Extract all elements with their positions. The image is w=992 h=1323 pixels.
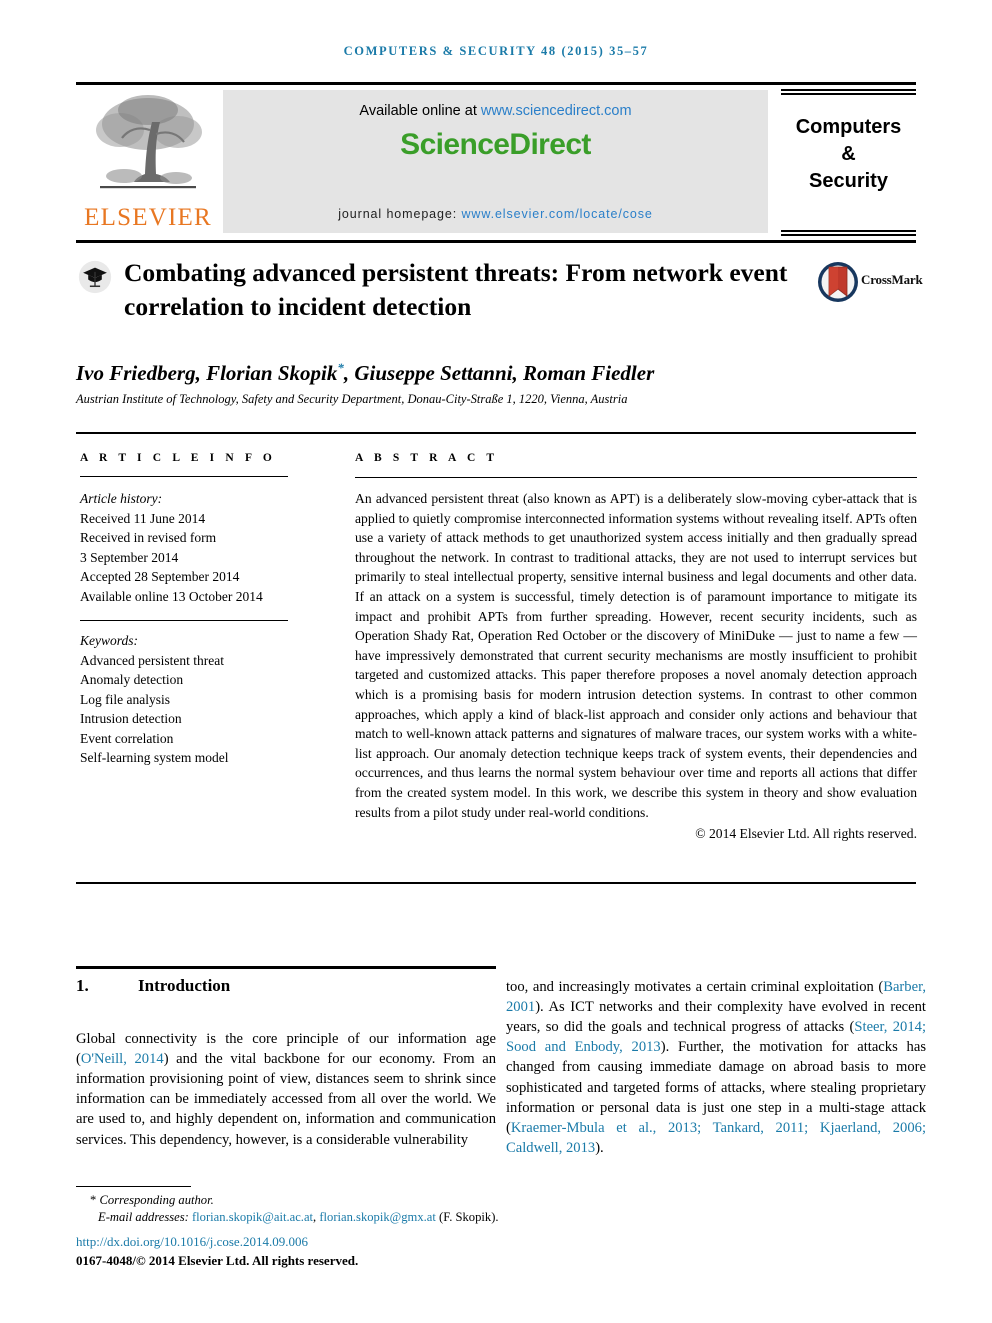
sciencedirect-url-link[interactable]: www.sciencedirect.com [481,103,632,119]
footnote-block: * Corresponding author. E-mail addresses… [76,1192,506,1226]
info-section-bottom-rule [76,882,916,884]
graduation-cap-icon [78,260,112,294]
body-column-left: Global connectivity is the core principl… [76,1014,496,1164]
keyword-item: Anomaly detection [80,672,184,687]
masthead-bottom-rule [76,240,916,243]
keywords-list: Keywords: Advanced persistent threat Ano… [80,631,325,768]
page-title: Combating advanced persistent threats: F… [124,258,788,321]
authors-rest: , Giuseppe Settanni, Roman Fiedler [343,361,655,385]
abstract-heading: A B S T R A C T [355,452,499,464]
masthead: ELSEVIER Available online at www.science… [76,84,916,242]
article-info-column: A R T I C L E I N F O Article history: R… [80,452,325,768]
corresponding-author-label: Corresponding author. [99,1193,214,1207]
journal-homepage-line: journal homepage: www.elsevier.com/locat… [223,207,768,221]
footnote-rule [76,1186,191,1187]
history-item: Received in revised form [80,530,217,545]
body-column-right: too, and increasingly motivates a certai… [506,962,926,1173]
article-history: Article history: Received 11 June 2014 R… [80,489,325,606]
elsevier-wordmark: ELSEVIER [84,204,212,231]
article-info-rule [80,476,288,477]
citation-oneill-2014[interactable]: O'Neill, 2014 [81,1051,164,1067]
keyword-item: Event correlation [80,730,174,746]
section-title: Introduction [138,976,231,995]
section-number: 1. [76,976,89,995]
journal-name-line-3: Security [809,170,888,192]
section-heading-rule [76,966,496,969]
paper-page: COMPUTERS & SECURITY 48 (2015) 35–57 ELS… [0,0,992,1323]
email-link-gmx[interactable]: florian.skopik@gmx.at [319,1210,436,1224]
crossmark-badge[interactable]: CrossMark [816,260,926,306]
journal-homepage-link[interactable]: www.elsevier.com/locate/cose [461,207,652,221]
email-owner: (F. Skopik). [435,1210,499,1224]
email-addresses-label: E-mail addresses: [98,1210,189,1224]
info-section-top-rule [76,432,916,434]
abstract-column: A B S T R A C T An advanced persistent t… [355,452,917,844]
running-head: COMPUTERS & SECURITY 48 (2015) 35–57 [343,44,649,58]
authors-main: Ivo Friedberg, Florian Skopik [76,361,338,385]
available-online-label: Available online at [359,103,481,119]
section-heading-introduction: 1. Introduction [76,976,496,996]
crossmark-label: CrossMark [861,272,923,287]
journal-name: Computers & Security [781,114,916,195]
email-addresses-line: E-mail addresses: florian.skopik@ait.ac.… [76,1209,506,1226]
journal-block-bottom-rule [781,230,916,238]
intro-paragraph-right: too, and increasingly motivates a certai… [506,977,926,1159]
journal-block-top-rule [781,89,916,97]
keyword-item: Log file analysis [80,691,170,707]
doi-link[interactable]: http://dx.doi.org/10.1016/j.cose.2014.09… [76,1234,308,1250]
available-online-line: Available online at www.sciencedirect.co… [223,90,768,119]
crossmark-icon [818,262,858,302]
journal-name-line-2: & [841,143,856,165]
corresponding-author-note: * Corresponding author. [76,1192,506,1209]
sciencedirect-logo: ScienceDirect [400,128,591,161]
journal-name-line-1: Computers [795,116,902,138]
elsevier-logo: ELSEVIER [76,90,220,240]
keywords-label: Keywords: [80,633,138,648]
citation-kraemer-tankard-kjaerland-caldwell[interactable]: Kraemer-Mbula et al., 2013; Tankard, 201… [506,1120,926,1156]
article-history-label: Article history: [80,491,163,506]
keyword-item: Intrusion detection [80,711,182,726]
history-item: Accepted 28 September 2014 [80,569,240,584]
abstract-text: An advanced persistent threat (also know… [355,491,917,820]
journal-homepage-label: journal homepage: [338,207,462,221]
issn-copyright-line: 0167-4048/© 2014 Elsevier Ltd. All right… [76,1253,359,1268]
affiliation: Austrian Institute of Technology, Safety… [76,392,628,406]
elsevier-tree-icon [96,95,202,189]
intro-right-text-4: ). [595,1140,604,1157]
intro-paragraph-left: Global connectivity is the core principl… [76,1029,496,1150]
keywords-rule [80,620,288,621]
history-item: Available online 13 October 2014 [80,588,263,604]
corresponding-author-asterisk: * [90,1193,97,1207]
journal-title-block: Computers & Security [781,84,916,240]
article-info-heading: A R T I C L E I N F O [80,452,276,464]
keyword-item: Advanced persistent threat [80,652,224,668]
abstract-rights: © 2014 Elsevier Ltd. All rights reserved… [695,826,917,842]
author-list: Ivo Friedberg, Florian Skopik*, Giuseppe… [76,360,916,386]
history-item: Received 11 June 2014 [80,510,206,526]
keyword-item: Self-learning system model [80,750,229,765]
abstract-rule [355,477,917,478]
email-link-ait[interactable]: florian.skopik@ait.ac.at [192,1210,313,1224]
sciencedirect-banner: Available online at www.sciencedirect.co… [223,90,768,233]
intro-right-text-1: too, and increasingly motivates a certai… [506,978,884,995]
history-item: 3 September 2014 [80,549,179,565]
